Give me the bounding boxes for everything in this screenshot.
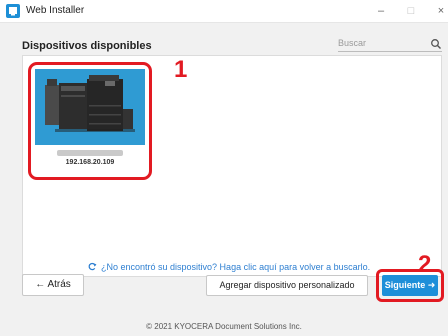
title-bar: Web Installer – □ × xyxy=(0,0,448,23)
rescan-link[interactable]: ¿No encontró su dispositivo? Haga clic a… xyxy=(88,262,370,273)
printer-icon xyxy=(35,69,145,145)
back-button[interactable]: ← Atrás xyxy=(22,274,84,296)
footer-copyright: © 2021 KYOCERA Document Solutions Inc. xyxy=(146,322,302,331)
callout-2: 2 xyxy=(418,251,432,278)
next-label: Siguiente xyxy=(384,280,426,290)
back-arrow-icon: ← xyxy=(35,279,46,290)
minimize-button[interactable]: – xyxy=(372,3,390,19)
search-icon[interactable] xyxy=(430,37,442,49)
next-arrow-icon: ➜ xyxy=(427,280,436,290)
app-icon xyxy=(6,4,20,18)
device-name-redacted xyxy=(57,150,123,156)
add-custom-device-button[interactable]: Agregar dispositivo personalizado xyxy=(206,275,368,296)
maximize-button[interactable]: □ xyxy=(402,3,420,19)
device-card[interactable]: 192.168.20.109 xyxy=(28,62,152,180)
refresh-icon xyxy=(88,262,97,273)
close-button[interactable]: × xyxy=(432,3,448,19)
window-title: Web Installer xyxy=(26,5,85,16)
device-ip: 192.168.20.109 xyxy=(65,159,115,166)
next-button[interactable]: Siguiente ➜ xyxy=(382,275,438,296)
next-button-highlight: Siguiente ➜ xyxy=(376,269,444,302)
search-box xyxy=(338,35,442,52)
search-input[interactable] xyxy=(338,35,424,51)
back-label: Atrás xyxy=(47,279,71,290)
page-title: Dispositivos disponibles xyxy=(22,40,152,52)
callout-1: 1 xyxy=(174,56,188,83)
rescan-text: ¿No encontró su dispositivo? Haga clic a… xyxy=(101,262,371,272)
